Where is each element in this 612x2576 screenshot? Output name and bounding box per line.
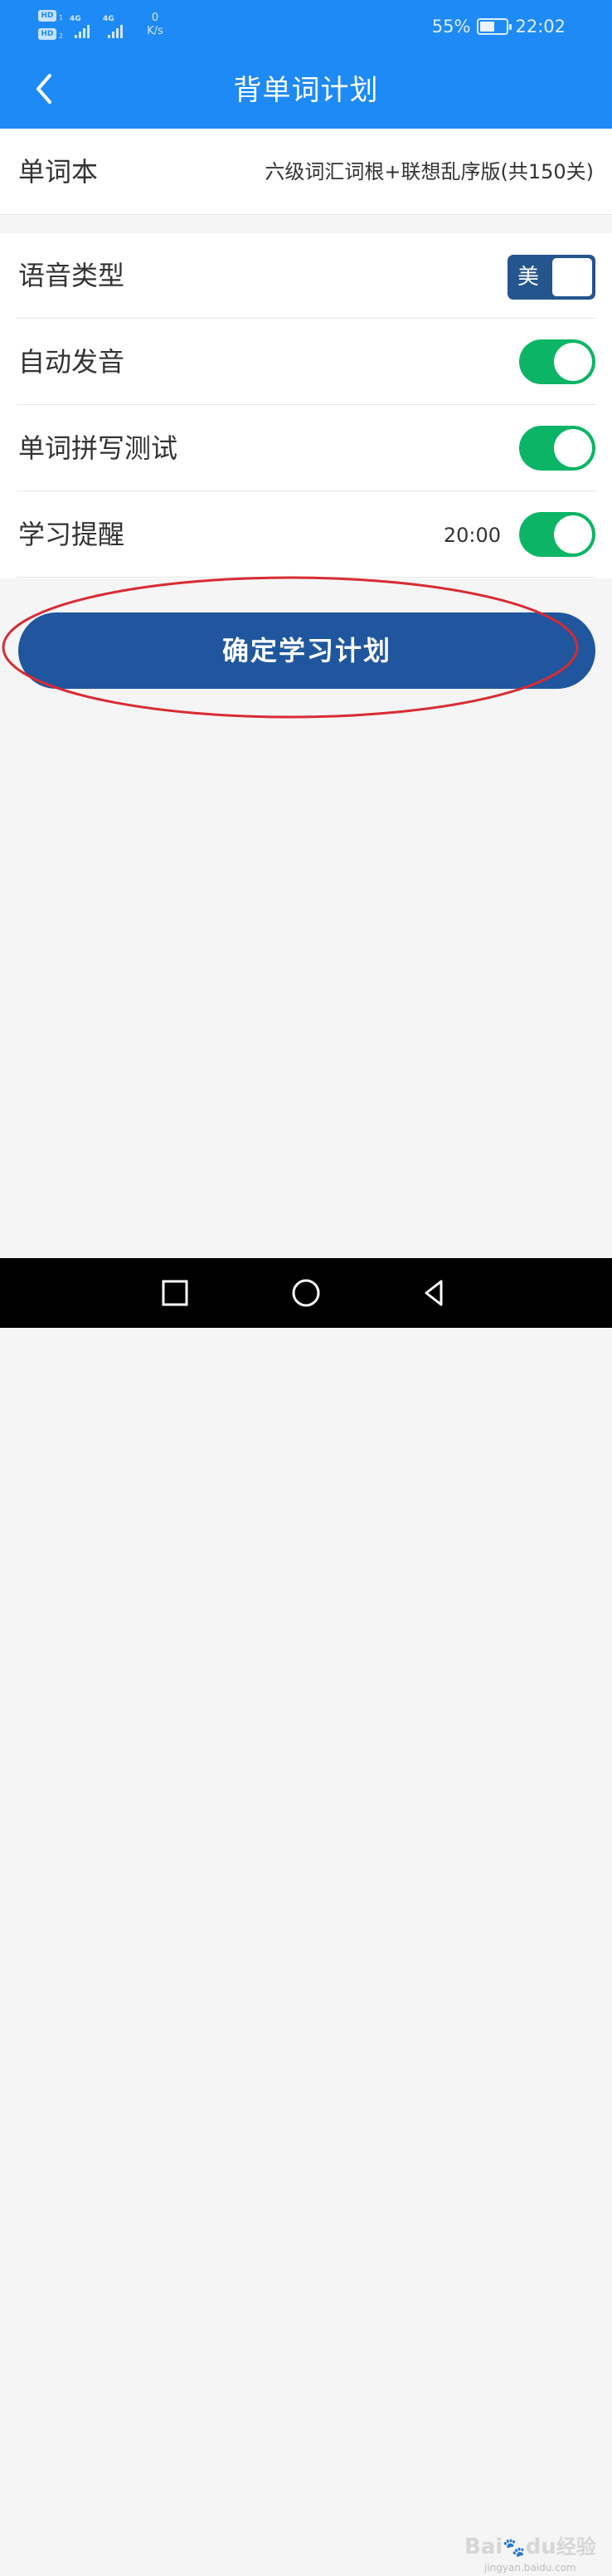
status-time: 22:02 (515, 17, 566, 37)
auto-pronounce-label: 自动发音 (18, 346, 125, 378)
hd-badge-1-index: 1 (59, 14, 64, 22)
network-type-2: 4G (103, 15, 114, 23)
voice-type-row: 语音类型 美 (0, 233, 612, 319)
settings-list: 语音类型 美 自动发音 单词拼写测试 学习提醒 20:00 (0, 233, 612, 578)
home-circle-icon[interactable] (288, 1275, 324, 1311)
app-header: HD 1 HD 2 4G 4G 0 K/s 55% 22:02 背单词计划 (0, 0, 612, 129)
network-speed: 0 K/s (143, 12, 168, 38)
spelling-test-label: 单词拼写测试 (18, 432, 178, 464)
recent-apps-square-icon[interactable] (157, 1275, 193, 1311)
back-triangle-icon[interactable] (416, 1275, 453, 1311)
study-reminder-time[interactable]: 20:00 (444, 522, 501, 549)
toggle-knob (554, 343, 592, 381)
signal-strength-icon: 4G (103, 15, 133, 38)
study-reminder-toggle[interactable] (519, 512, 595, 557)
battery-percent: 55% (431, 17, 471, 37)
row-divider (17, 490, 595, 491)
wordbook-row[interactable]: 单词本 六级词汇词根+联想乱序版(共150关) (0, 129, 612, 215)
spelling-test-toggle[interactable] (519, 426, 595, 471)
study-reminder-row: 学习提醒 20:00 (0, 492, 612, 578)
auto-pronounce-toggle[interactable] (519, 339, 595, 384)
hd-badge-1: HD (38, 10, 56, 22)
hd-badge-2-index: 2 (59, 32, 64, 40)
signal-strength-icon: 4G (70, 15, 100, 38)
battery-icon (477, 18, 512, 35)
network-speed-value: 0 (151, 12, 159, 24)
voice-type-switch[interactable]: 美 (508, 255, 595, 300)
baidu-jingyan-watermark: Bai🐾du经验 jingyan.baidu.com (464, 2526, 612, 2576)
status-bar-right: 55% 22:02 (432, 15, 566, 38)
network-type-1: 4G (70, 15, 81, 23)
study-reminder-label: 学习提醒 (18, 519, 125, 550)
row-divider (17, 318, 595, 319)
watermark-brand: Bai🐾du经验 (464, 2535, 596, 2559)
spelling-test-row: 单词拼写测试 (0, 406, 612, 491)
row-divider (17, 577, 595, 578)
page-title: 背单词计划 (233, 74, 379, 107)
voice-type-switch-thumb (552, 258, 592, 296)
hd-badge-2: HD (38, 28, 56, 40)
confirm-plan-button[interactable]: 确定学习计划 (18, 612, 595, 689)
network-speed-unit: K/s (147, 25, 163, 37)
battery-fill (480, 22, 495, 32)
auto-pronounce-row: 自动发音 (0, 320, 612, 405)
row-divider (17, 404, 595, 405)
voice-type-value: 美 (517, 265, 540, 290)
status-bar-left: HD 1 HD 2 4G 4G 0 K/s (38, 10, 171, 43)
system-navigation-bar: Bai🐾du经验 jingyan.baidu.com (0, 1258, 612, 2574)
wordbook-label: 单词本 (18, 156, 99, 188)
watermark-url: jingyan.baidu.com (484, 2562, 576, 2574)
voice-type-label: 语音类型 (18, 260, 125, 291)
wordbook-value: 六级词汇词根+联想乱序版(共150关) (265, 160, 594, 183)
toggle-knob (554, 515, 592, 554)
toggle-knob (554, 429, 592, 467)
paw-icon: 🐾 (503, 2538, 526, 2559)
